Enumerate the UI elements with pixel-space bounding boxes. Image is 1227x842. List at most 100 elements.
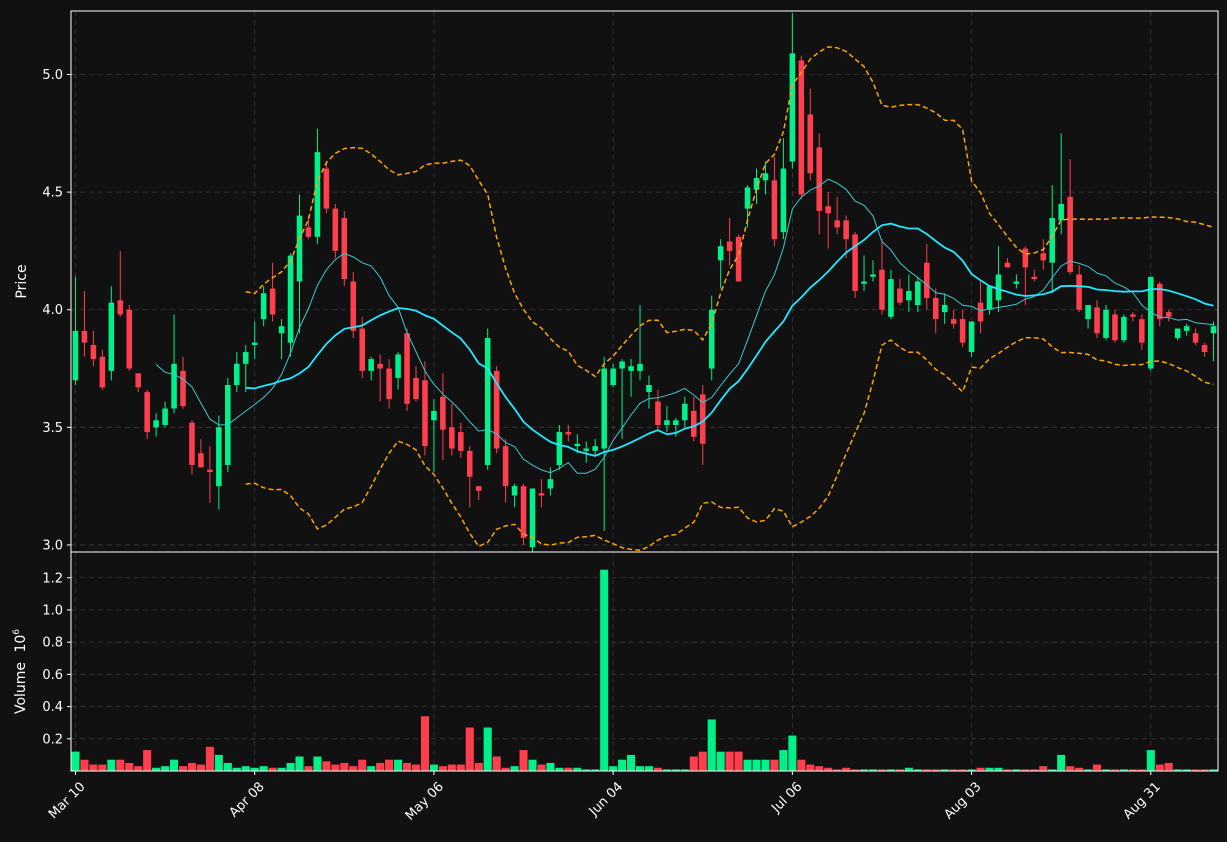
candle-body [198,453,204,468]
volume-bar [223,762,232,771]
candle-body [511,486,518,496]
volume-bar [214,754,223,771]
volume-axis-title: Volume 106 [12,629,29,714]
candle-body [691,410,697,437]
candle-body [789,53,796,162]
candle-body [242,352,249,364]
volume-bar [644,766,654,771]
volume-bar [519,750,528,771]
volume-bar [438,766,447,771]
volume-bar [71,751,80,771]
candle-body [90,345,97,360]
candle-body [484,337,491,465]
candle-body [977,302,984,322]
candle-body [986,286,993,310]
volume-tick-label: 0.8 [42,636,63,651]
candle-body [72,330,79,381]
candle-body [744,187,751,209]
candle-body [108,302,115,371]
volume-bar [698,751,707,771]
volume-bar [474,762,483,771]
volume-bar [447,764,456,771]
candle-body [502,446,509,487]
volume-bar [80,759,89,771]
candle-body [1210,326,1217,334]
candle-body [1139,319,1145,343]
price-tick-label: 5.0 [42,68,63,83]
volume-bar [483,727,492,771]
candle-body [171,363,177,409]
candle-body [879,269,885,310]
volume-bar [125,762,134,771]
volume-axis-label: Volume [13,662,29,714]
volume-bar [1092,764,1102,771]
price-tick-label: 4.5 [42,186,63,201]
candle-body [180,370,186,407]
candle-body [99,356,106,388]
volume-bar [170,759,179,771]
candle-body [162,408,168,425]
candle-body [269,288,276,315]
candle-body [574,443,581,447]
candle-body [870,274,876,277]
volume-bar [241,766,250,771]
candle-body [431,410,437,421]
candle-body [906,290,912,301]
candle-body [81,330,88,343]
candle-body [1112,314,1118,341]
volume-bar [340,762,349,771]
candle-body [440,396,446,430]
candle-body [413,377,419,400]
candle-body [556,432,563,465]
candle-body [1165,312,1172,317]
candle-body [449,427,455,449]
candle-body [816,147,823,211]
price-axis-title: Price [14,264,30,298]
volume-bar [492,756,501,771]
candle-body [547,479,554,489]
volume-bar [743,759,752,771]
candle-body [664,420,670,425]
price-tick-label: 3.0 [42,538,63,553]
volume-bar [510,766,519,771]
volume-bar [770,759,779,771]
candle-body [386,368,392,400]
candle-body [1121,316,1127,341]
candle-body [843,220,849,240]
volume-bar [98,764,107,771]
candle-body [1192,333,1199,343]
candle-body [207,469,213,473]
candle-body [834,220,840,228]
volume-bar [89,764,98,771]
candle-body [646,384,652,393]
candle-body [968,321,975,353]
candle-body [1058,203,1064,221]
candle-body [861,281,867,284]
volume-bar [797,759,806,771]
volume-bar [815,766,824,771]
candle-body [798,60,805,195]
candle-body [610,368,616,385]
volume-bar [349,766,358,771]
candle-body [466,450,473,477]
volume-bar [806,764,815,771]
candle-body [278,326,285,334]
candle-body [682,403,688,421]
candle-body [565,432,572,435]
candle-body [135,373,141,388]
volume-bar [367,766,376,771]
candle-body [619,361,625,369]
volume-bar [1039,766,1048,771]
candle-body [287,255,294,343]
volume-bar [465,727,474,771]
volume-bar [304,766,313,771]
candle-body [592,446,598,451]
volume-bar [627,754,636,771]
volume-bar [295,756,304,771]
volume-bar [411,764,421,771]
candle-body [538,493,545,496]
candle-body [475,486,482,491]
candle-body [1076,274,1082,310]
candle-body [1013,281,1020,284]
candle-body [852,234,858,291]
